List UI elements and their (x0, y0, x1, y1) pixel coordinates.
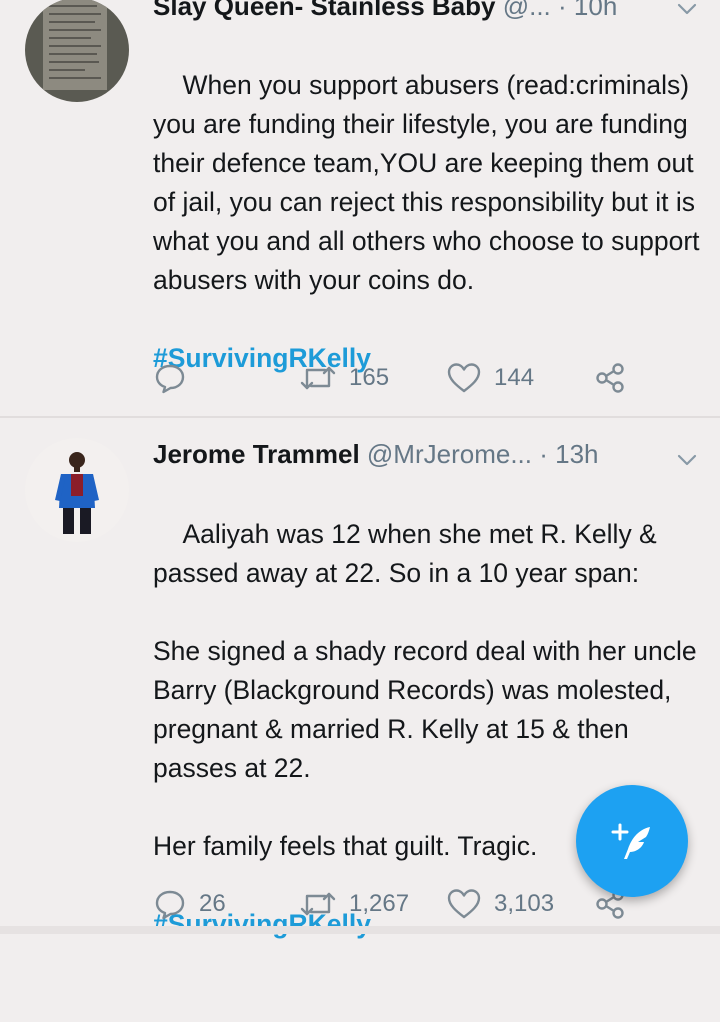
chevron-down-icon[interactable] (676, 449, 698, 471)
tweet-header: Jerome Trammel @MrJerome... · 13h (153, 439, 720, 473)
author-handle[interactable]: @... (503, 0, 551, 21)
retweet-button[interactable]: 1,267 (299, 884, 409, 924)
reply-icon (155, 364, 185, 394)
tweet-actions: 26 1,267 3,103 (153, 884, 673, 924)
retweet-button[interactable]: 165 (299, 358, 389, 398)
avatar[interactable] (25, 0, 129, 102)
compose-tweet-icon (611, 823, 650, 859)
author-name[interactable]: Jerome Trammel (153, 439, 360, 469)
retweet-icon (300, 892, 336, 916)
like-button[interactable]: 144 (446, 358, 534, 398)
tweet-card[interactable]: Slay Queen- Stainless Baby @... · 10h Wh… (0, 0, 720, 416)
reply-count: 26 (199, 890, 226, 917)
like-count: 144 (494, 364, 535, 391)
tweet-actions: 165 144 (153, 358, 673, 398)
like-button[interactable]: 3,103 (446, 884, 554, 924)
compose-tweet-button[interactable] (576, 785, 688, 897)
retweet-count: 165 (349, 364, 390, 391)
author-name[interactable]: Slay Queen- Stainless Baby (153, 0, 495, 21)
author-handle[interactable]: @MrJerome... (367, 439, 532, 469)
tweet-header: Slay Queen- Stainless Baby @... · 10h (153, 0, 720, 25)
retweet-count: 1,267 (349, 890, 410, 917)
separator-dot: · (558, 0, 567, 21)
heart-icon (447, 889, 481, 919)
reply-button[interactable]: 26 (153, 884, 226, 924)
share-button[interactable] (593, 358, 627, 398)
tweet-text: Aaliyah was 12 when she met R. Kelly & p… (153, 476, 713, 1022)
reply-icon (155, 890, 185, 920)
avatar[interactable] (25, 438, 129, 542)
timestamp[interactable]: 10h (574, 0, 617, 21)
avatar-image (25, 0, 129, 102)
like-count: 3,103 (494, 890, 555, 917)
heart-icon (447, 363, 481, 393)
tweet-body: When you support abusers (read:criminals… (153, 70, 707, 295)
chevron-down-icon[interactable] (676, 0, 698, 20)
bottom-edge (0, 926, 720, 934)
separator-dot: · (539, 439, 548, 469)
share-icon (596, 363, 624, 393)
timestamp[interactable]: 13h (555, 439, 598, 469)
retweet-icon (300, 366, 336, 390)
avatar-image (25, 438, 129, 542)
reply-button[interactable] (153, 358, 199, 398)
